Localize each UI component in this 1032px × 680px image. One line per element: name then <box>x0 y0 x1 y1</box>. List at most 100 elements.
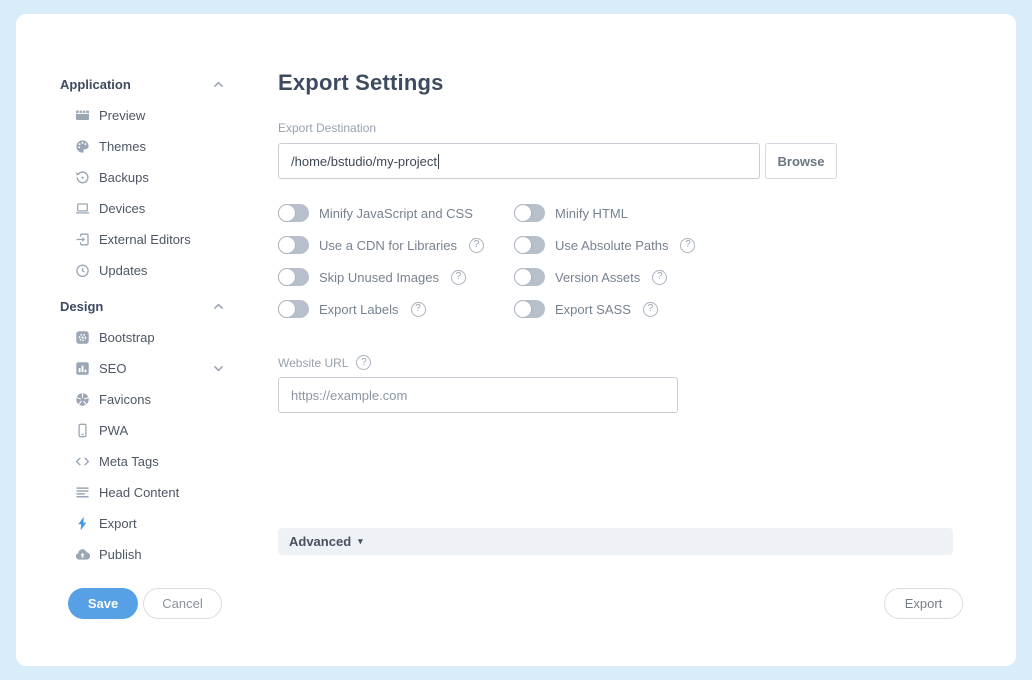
sidebar-item-head-content[interactable]: Head Content <box>60 477 226 508</box>
sidebar-item-label: Devices <box>99 201 145 216</box>
toggle-cdn-libraries[interactable] <box>278 236 309 254</box>
toggle-knob <box>514 236 532 254</box>
section-title: Design <box>60 299 103 314</box>
export-destination-group: /home/bstudio/my-project Browse <box>278 143 837 179</box>
sidebar-item-devices[interactable]: Devices <box>60 193 226 224</box>
export-destination-input[interactable]: /home/bstudio/my-project <box>278 143 760 179</box>
help-icon[interactable]: ? <box>469 238 484 253</box>
help-icon[interactable]: ? <box>680 238 695 253</box>
export-options-grid: Minify JavaScript and CSS Minify HTML Us… <box>278 203 695 319</box>
sidebar-item-bootstrap[interactable]: Bootstrap <box>60 322 226 353</box>
toggle-row-export-labels: Export Labels ? <box>278 299 514 319</box>
film-icon <box>75 108 90 123</box>
export-destination-value: /home/bstudio/my-project <box>291 154 437 169</box>
sidebar-item-preview[interactable]: Preview <box>60 100 226 131</box>
export-destination-label-text: Export Destination <box>278 121 376 135</box>
text-cursor <box>438 154 439 169</box>
sidebar-item-label: Bootstrap <box>99 330 155 345</box>
toggle-skip-unused-images[interactable] <box>278 268 309 286</box>
gear-square-icon <box>75 330 90 345</box>
toggle-row-minify-js-css: Minify JavaScript and CSS <box>278 203 514 223</box>
sidebar-item-label: PWA <box>99 423 128 438</box>
toggle-row-absolute-paths: Use Absolute Paths ? <box>514 235 695 255</box>
sidebar-item-export[interactable]: Export <box>60 508 226 539</box>
toggle-knob <box>278 268 296 286</box>
toggle-knob <box>278 204 296 222</box>
chevron-down-icon[interactable] <box>211 361 226 376</box>
export-button[interactable]: Export <box>884 588 963 619</box>
sidebar-item-themes[interactable]: Themes <box>60 131 226 162</box>
page-title: Export Settings <box>278 70 953 96</box>
toggle-absolute-paths[interactable] <box>514 236 545 254</box>
toggle-row-cdn-libraries: Use a CDN for Libraries ? <box>278 235 514 255</box>
toggle-label: Export SASS <box>555 302 631 317</box>
save-button[interactable]: Save <box>68 588 138 619</box>
sidebar-item-label: External Editors <box>99 232 191 247</box>
toggle-label: Export Labels <box>319 302 399 317</box>
clock-icon <box>75 263 90 278</box>
help-icon[interactable]: ? <box>451 270 466 285</box>
sidebar-item-favicons[interactable]: Favicons <box>60 384 226 415</box>
toggle-knob <box>514 300 532 318</box>
sidebar-item-meta-tags[interactable]: Meta Tags <box>60 446 226 477</box>
sidebar-item-label: Backups <box>99 170 149 185</box>
text-lines-icon <box>75 485 90 500</box>
toggle-label: Use Absolute Paths <box>555 238 668 253</box>
toggle-row-version-assets: Version Assets ? <box>514 267 695 287</box>
help-icon[interactable]: ? <box>411 302 426 317</box>
sidebar-section-header-design[interactable]: Design <box>60 291 226 322</box>
browse-button[interactable]: Browse <box>765 143 837 179</box>
caret-down-icon: ▾ <box>358 536 363 547</box>
sidebar-item-seo[interactable]: SEO <box>60 353 226 384</box>
toggle-row-minify-html: Minify HTML <box>514 203 695 223</box>
sidebar-section-application: Application Preview Themes Backups Devic… <box>60 69 242 286</box>
sidebar-section-design: Design Bootstrap SEO Favicons PWA Meta T… <box>60 291 242 570</box>
toggle-label: Skip Unused Images <box>319 270 439 285</box>
cloud-upload-icon <box>75 547 90 562</box>
main-panel: Export Settings Export Destination /home… <box>278 70 953 610</box>
advanced-section-toggle[interactable]: Advanced ▾ <box>278 528 953 555</box>
toggle-row-export-sass: Export SASS ? <box>514 299 695 319</box>
help-icon[interactable]: ? <box>643 302 658 317</box>
toggle-knob <box>514 204 532 222</box>
bar-chart-icon <box>75 361 90 376</box>
sidebar-item-label: Head Content <box>99 485 179 500</box>
export-destination-label: Export Destination <box>278 121 376 135</box>
sidebar-item-label: Export <box>99 516 137 531</box>
help-icon[interactable]: ? <box>356 355 371 370</box>
sidebar-item-external-editors[interactable]: External Editors <box>60 224 226 255</box>
sidebar-item-backups[interactable]: Backups <box>60 162 226 193</box>
sidebar-item-publish[interactable]: Publish <box>60 539 226 570</box>
section-title: Application <box>60 77 131 92</box>
code-icon <box>75 454 90 469</box>
sidebar-section-header-application[interactable]: Application <box>60 69 226 100</box>
toggle-minify-js-css[interactable] <box>278 204 309 222</box>
sidebar-item-label: Meta Tags <box>99 454 159 469</box>
laptop-icon <box>75 201 90 216</box>
sidebar-item-label: SEO <box>99 361 126 376</box>
toggle-knob <box>278 300 296 318</box>
website-url-input[interactable] <box>278 377 678 413</box>
aperture-icon <box>75 392 90 407</box>
toggle-minify-html[interactable] <box>514 204 545 222</box>
chevron-up-icon[interactable] <box>211 299 226 314</box>
toggle-knob <box>514 268 532 286</box>
advanced-label: Advanced <box>289 534 351 549</box>
toggle-label: Minify HTML <box>555 206 628 221</box>
sidebar-item-label: Themes <box>99 139 146 154</box>
app-background: { "colors": { "page_background": "#d8ecf… <box>0 0 1032 680</box>
help-icon[interactable]: ? <box>652 270 667 285</box>
toggle-export-sass[interactable] <box>514 300 545 318</box>
external-editor-icon <box>75 232 90 247</box>
settings-card: Application Preview Themes Backups Devic… <box>16 14 1016 666</box>
toggle-version-assets[interactable] <box>514 268 545 286</box>
cancel-button[interactable]: Cancel <box>143 588 222 619</box>
sidebar-item-label: Preview <box>99 108 145 123</box>
sidebar-item-pwa[interactable]: PWA <box>60 415 226 446</box>
sidebar-item-label: Publish <box>99 547 142 562</box>
toggle-export-labels[interactable] <box>278 300 309 318</box>
lightning-icon <box>75 516 90 531</box>
sidebar-item-updates[interactable]: Updates <box>60 255 226 286</box>
toggle-knob <box>278 236 296 254</box>
chevron-up-icon[interactable] <box>211 77 226 92</box>
